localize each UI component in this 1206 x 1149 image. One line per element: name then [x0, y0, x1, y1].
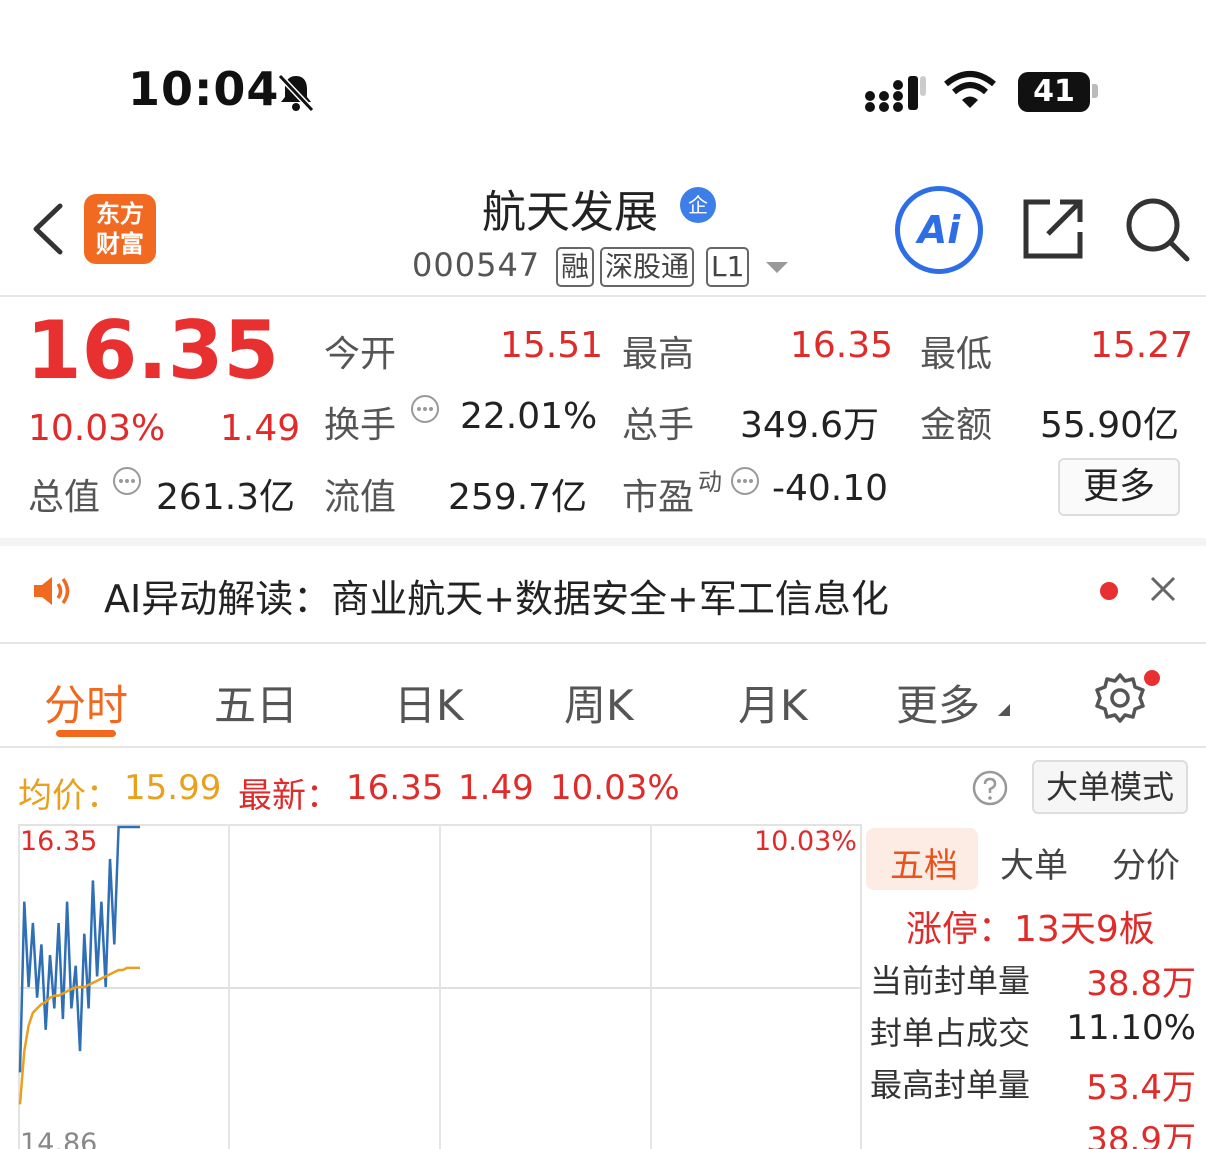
tag-margin: 融	[556, 247, 595, 287]
tag-level1: L1	[706, 247, 750, 287]
logo-line1: 东方	[96, 200, 144, 228]
search-icon[interactable]	[1124, 196, 1190, 262]
status-time: 10:04	[128, 62, 280, 116]
latest-change: 1.49	[458, 768, 534, 808]
tab-monthly-k[interactable]: 月K	[738, 672, 808, 733]
tab-weekly-k[interactable]: 周K	[564, 672, 634, 733]
info-more-icon[interactable]	[410, 394, 440, 424]
bell-muted-icon	[277, 73, 315, 113]
volume-label: 总手	[622, 405, 695, 446]
help-icon[interactable]	[972, 770, 1008, 806]
stat-value: 38.8万	[1086, 964, 1196, 1004]
price-line	[18, 825, 140, 1073]
pe-value: -40.10	[772, 468, 889, 509]
big-order-mode-button[interactable]: 大单模式	[1032, 760, 1188, 814]
chart-right-top-label: 10.03%	[754, 826, 857, 857]
limit-up-info: 涨停：13天9板	[906, 900, 1155, 952]
change-amount: 1.49	[220, 408, 301, 449]
avg-price-value: 15.99	[124, 768, 222, 808]
app-logo[interactable]: 东方 财富	[84, 194, 156, 264]
stat-label: 当前封单量	[870, 962, 1031, 1000]
current-price: 16.35	[26, 304, 280, 397]
float-value-label: 流值	[324, 477, 397, 518]
stock-name: 航天发展	[482, 187, 658, 238]
stat-label: 最高封单量	[870, 1066, 1031, 1104]
open-value: 15.51	[500, 325, 604, 366]
info-more-icon[interactable]	[730, 466, 760, 496]
close-icon[interactable]	[1148, 574, 1178, 604]
banner-divider	[0, 642, 1206, 644]
tab-intraday[interactable]: 分时	[44, 672, 128, 733]
battery-cap	[1092, 84, 1098, 98]
tab-more[interactable]: 更多	[896, 672, 980, 733]
high-value: 16.35	[790, 325, 894, 366]
total-value-label: 总值	[28, 477, 101, 518]
latest-percent: 10.03%	[550, 768, 680, 808]
turnover-label: 换手	[324, 405, 397, 446]
open-label: 今开	[324, 334, 397, 375]
logo-line2: 财富	[96, 230, 144, 258]
limit-up-value: 13天9板	[1014, 909, 1155, 950]
settings-badge-dot	[1144, 670, 1160, 686]
tab-daily-k[interactable]: 日K	[394, 672, 464, 733]
stat-value: 53.4万	[1086, 1068, 1196, 1108]
float-value: 259.7亿	[448, 477, 588, 518]
battery-icon: 41	[1018, 72, 1090, 112]
gear-icon[interactable]	[1094, 672, 1146, 724]
header-divider	[0, 295, 1206, 297]
amount-label: 金额	[920, 405, 993, 446]
info-more-icon[interactable]	[112, 466, 142, 496]
tab-more-corner-icon	[998, 704, 1010, 716]
tabs-divider	[0, 746, 1206, 748]
panel-tab-five-levels[interactable]: 五档	[890, 838, 958, 887]
enterprise-badge: 企	[680, 187, 716, 223]
change-percent: 10.03%	[28, 408, 166, 449]
pe-superscript: 动	[698, 468, 722, 496]
chart-y-top-label: 16.35	[20, 826, 98, 857]
low-value: 15.27	[1090, 325, 1194, 366]
wifi-icon	[944, 71, 996, 108]
limit-up-label: 涨停：	[906, 909, 1015, 950]
section-divider	[0, 538, 1206, 546]
chart-grid	[18, 824, 862, 1149]
volume-value: 349.6万	[740, 405, 880, 446]
chart-lines	[18, 825, 140, 1105]
panel-tab-price-dist[interactable]: 分价	[1112, 838, 1180, 887]
more-quote-button[interactable]: 更多	[1058, 458, 1180, 516]
unread-dot	[1100, 582, 1118, 600]
total-value: 261.3亿	[156, 477, 296, 518]
high-label: 最高	[622, 334, 695, 375]
chart-y-bottom-label: 14.86	[20, 1128, 98, 1149]
stat-value: 38.9万	[1086, 1120, 1196, 1149]
low-label: 最低	[920, 334, 993, 375]
tag-shenzhen-connect: 深股通	[600, 247, 695, 287]
stock-code: 000547	[412, 246, 541, 284]
back-chevron-icon[interactable]	[30, 202, 66, 256]
cellular-signal-icon	[865, 76, 926, 112]
latest-value: 16.35	[346, 768, 444, 808]
avg-price-label: 均价：	[18, 776, 120, 816]
ai-insight-text[interactable]: AI异动解读：商业航天+数据安全+军工信息化	[104, 568, 889, 623]
stat-value: 11.10%	[1066, 1008, 1196, 1048]
amount-value: 55.90亿	[1040, 405, 1180, 446]
stat-label: 封单占成交	[870, 1014, 1031, 1052]
latest-label: 最新：	[238, 776, 340, 816]
pe-label: 市盈	[622, 477, 695, 518]
tab-five-day[interactable]: 五日	[214, 672, 298, 733]
intraday-chart[interactable]	[18, 824, 862, 1149]
turnover-value: 22.01%	[460, 396, 598, 437]
chevron-down-icon[interactable]	[766, 262, 788, 273]
share-icon[interactable]	[1020, 196, 1086, 262]
ai-button[interactable]: Ai	[895, 186, 983, 274]
speaker-icon	[34, 577, 70, 605]
panel-tab-big-orders[interactable]: 大单	[1000, 838, 1068, 887]
tab-active-indicator	[56, 730, 116, 737]
